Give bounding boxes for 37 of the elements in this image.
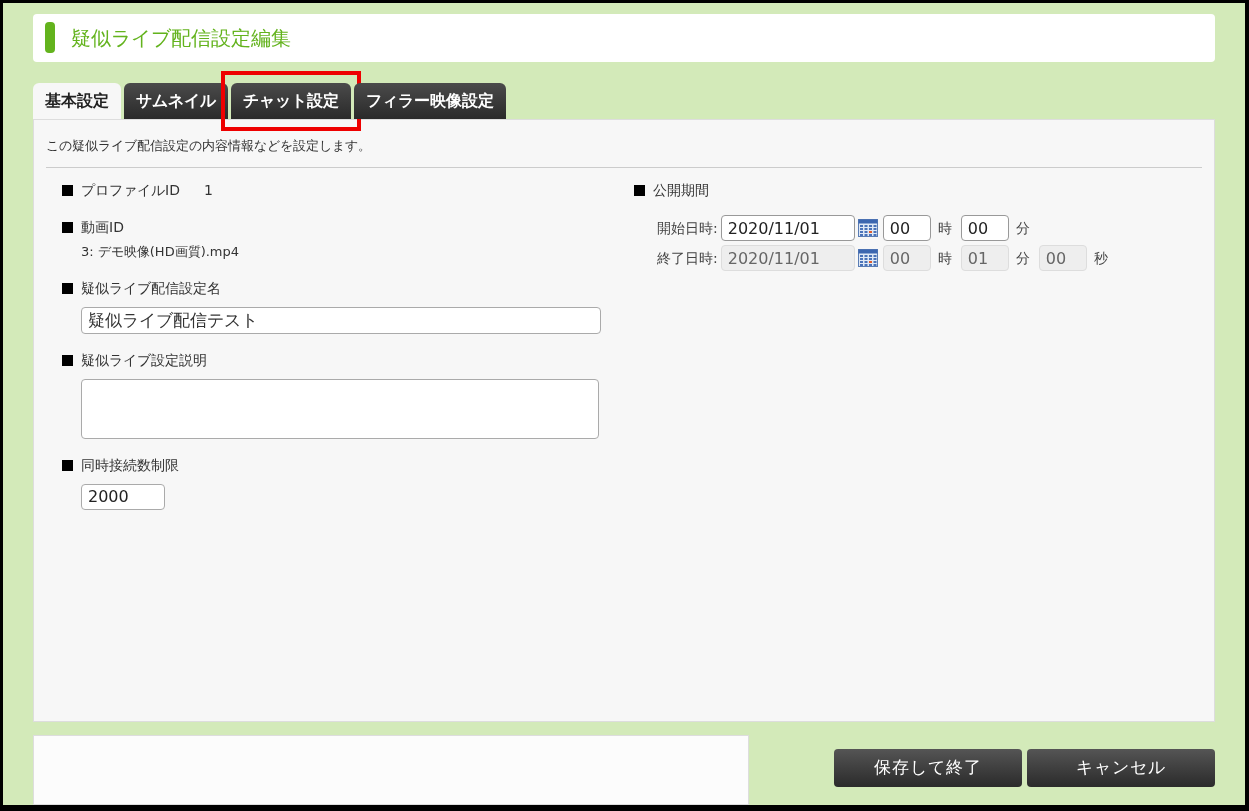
field-label: 同時接続数制限 [81,455,179,475]
tab[interactable]: 基本設定 [33,82,121,119]
action-button[interactable]: 保存して終了 [834,749,1022,787]
field-value: 3: デモ映像(HD画質).mp4 [81,243,241,262]
tab[interactable]: サムネイル [124,82,228,119]
square-bullet-icon [62,185,73,197]
date-input-field[interactable]: 2020/11/01 [720,215,855,242]
field-label: 動画ID [81,218,124,238]
period-label: 公開期間 [653,181,709,201]
unit-label: 秒 [1093,248,1108,268]
time-input-field[interactable]: 00 [882,215,931,242]
unit-label: 分 [1015,218,1030,238]
accent-bar-icon [45,22,55,54]
square-bullet-icon [634,185,645,197]
calendar-icon[interactable] [857,249,878,268]
field-value: 1 [203,181,213,201]
datetime-label: 終了日時: [657,248,718,268]
square-bullet-icon [62,282,73,294]
field-label: 疑似ライブ配信設定名 [81,278,221,298]
tab[interactable]: チャット設定 [231,82,351,119]
name-input-field[interactable]: 疑似ライブ配信テスト [81,306,601,334]
tab[interactable]: フィラー映像設定 [354,82,506,119]
unit-label: 時 [937,218,952,238]
page-title: 疑似ライブ配信設定編集 [71,24,291,52]
calendar-icon[interactable] [857,219,878,238]
field-label: プロファイルID [81,181,180,201]
unit-label: 分 [1015,248,1030,268]
square-bullet-icon [62,222,73,234]
unit-label: 時 [937,248,952,268]
time-input-field[interactable]: 00 [960,215,1009,242]
datetime-label: 開始日時: [657,218,718,238]
field-label: 疑似ライブ設定説明 [81,350,207,370]
limit-input-field[interactable]: 2000 [81,483,165,510]
action-button[interactable]: キャンセル [1027,749,1215,787]
square-bullet-icon [62,354,73,366]
panel-description: この疑似ライブ配信設定の内容情報などを設定します。 [46,135,1202,169]
square-bullet-icon [62,459,73,471]
